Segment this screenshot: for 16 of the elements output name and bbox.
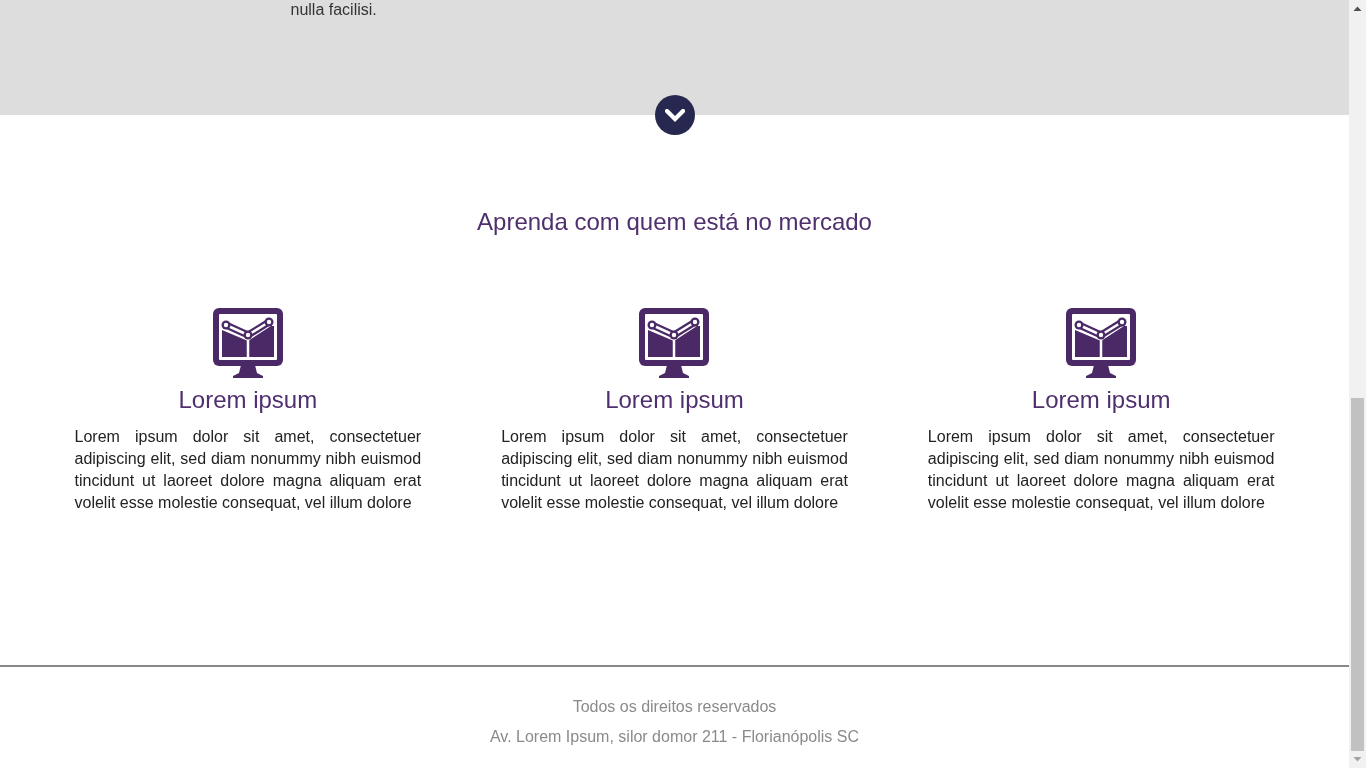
copyright-text: Todos os direitos reservados [571,697,778,717]
scroll-down-button[interactable] [654,95,695,135]
section-heading: Aprenda com quem está no mercado [476,207,873,237]
chevron-down-icon [664,109,685,123]
monitor-chart-icon [212,308,283,378]
feature-description: Lorem ipsum dolor sit amet, consectetuer adipiscing elit, sed diam nonummy nibh euismod tincidunt ut laoreet dolore magna aliquam erat volelit esse molestie consequat, vel illum dolore [74,427,422,513]
feature-title: Lorem ipsum [178,385,318,415]
monitor-chart-icon [639,308,710,378]
monitor-chart-icon [1066,308,1137,378]
feature-title: Lorem ipsum [1031,385,1171,415]
feature-title: Lorem ipsum [605,385,744,415]
feature-description: Lorem ipsum dolor sit amet, consectetuer adipiscing elit, sed diam nonummy nibh euismod tincidunt ut laoreet dolore magna aliquam erat volelit esse molestie consequat, vel illum dolore [927,427,1275,513]
intro-text: nulla facilisi. [290,0,378,19]
address-text: Av. Lorem Ipsum, silor domor 211 - Florianópolis SC [489,727,860,747]
scrollbar-thumb[interactable] [1351,398,1364,751]
feature-description: Lorem ipsum dolor sit amet, consectetuer adipiscing elit, sed diam nonummy nibh euismod tincidunt ut laoreet dolore magna aliquam erat volelit esse molestie consequat, vel illum dolore [501,427,848,513]
